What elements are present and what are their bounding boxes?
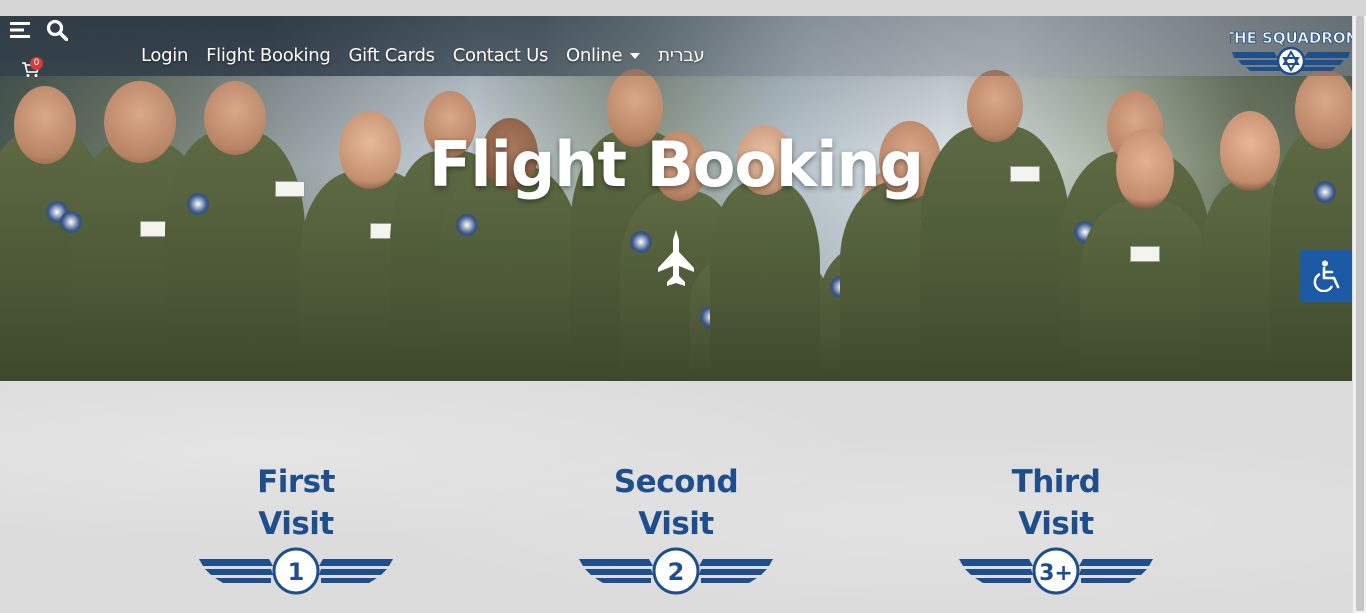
pilot-wings-icon: 1 xyxy=(199,547,393,595)
nav-link-login[interactable]: Login xyxy=(141,45,188,66)
fighter-jet-icon xyxy=(658,230,694,286)
visit-title-line2: Visit xyxy=(638,506,714,542)
page-scrollbar[interactable] xyxy=(1352,16,1366,613)
nav-link-online-label: Online xyxy=(566,44,623,66)
nav-link-gift-cards[interactable]: Gift Cards xyxy=(348,45,435,66)
svg-text:THE SQUADRON: THE SQUADRON xyxy=(1230,30,1352,47)
visit-card-first[interactable]: First Visit 1 xyxy=(196,461,396,599)
top-strip xyxy=(0,0,1366,16)
visit-title-line2: Visit xyxy=(258,506,334,542)
visit-title-line2: Visit xyxy=(1018,506,1094,542)
pilot-wings-icon: 3+ xyxy=(959,547,1153,595)
accessibility-button[interactable] xyxy=(1300,250,1352,302)
visit-card-third[interactable]: Third Visit 3+ xyxy=(956,461,1156,599)
visits-section: First Visit 1 Second Visit 2 Third Visit… xyxy=(0,381,1352,613)
pilot-wings-icon: 2 xyxy=(579,547,773,595)
wheelchair-icon xyxy=(1313,260,1340,292)
nav-link-contact-us[interactable]: Contact Us xyxy=(453,45,549,66)
top-navigation: 0 Login Flight Booking Gift Cards Contac… xyxy=(0,16,1352,77)
visit-title-line1: Third xyxy=(1011,464,1101,500)
menu-icon[interactable] xyxy=(10,21,32,39)
nav-link-flight-booking[interactable]: Flight Booking xyxy=(206,45,331,66)
scrollbar-thumb[interactable] xyxy=(1356,16,1364,611)
visit-title-line1: Second xyxy=(613,464,739,500)
visit-title-line1: First xyxy=(257,464,335,500)
visit-badge-number: 2 xyxy=(668,558,685,586)
search-icon[interactable] xyxy=(46,19,68,41)
visit-badge-number: 3+ xyxy=(1039,561,1073,586)
nav-link-hebrew[interactable]: עברית xyxy=(658,45,705,66)
visit-badge-number: 1 xyxy=(288,558,305,586)
squadron-logo[interactable]: THE SQUADRON xyxy=(1230,30,1352,76)
visit-card-second[interactable]: Second Visit 2 xyxy=(576,461,776,599)
cart-count-badge: 0 xyxy=(30,57,43,70)
page-title: Flight Booking xyxy=(428,128,924,201)
nav-menu: Login Flight Booking Gift Cards Contact … xyxy=(141,44,705,66)
nav-link-online[interactable]: Online xyxy=(566,44,641,66)
chevron-down-icon xyxy=(630,52,641,59)
